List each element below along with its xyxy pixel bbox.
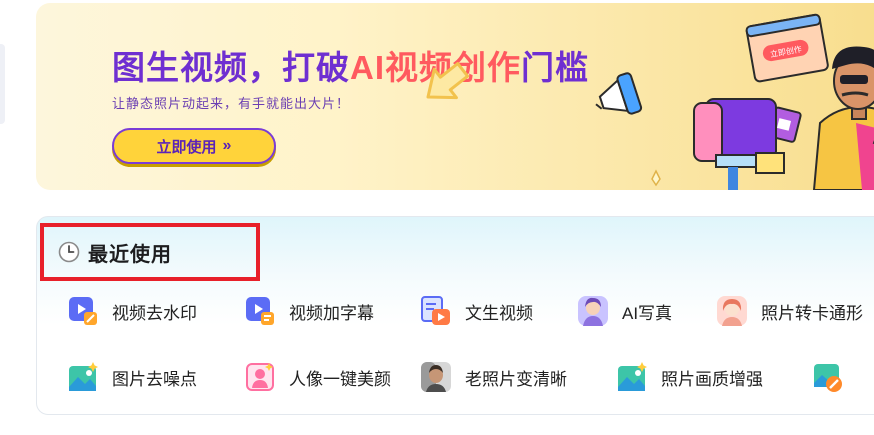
double-chevron-right-icon: » <box>222 137 232 154</box>
recent-tools-row-1: 视频去水印 视频加字幕 文生视频 AI写真 照片转卡通形 <box>67 295 863 327</box>
tool-label: 老照片变清晰 <box>465 369 567 389</box>
tool-label: 视频加字幕 <box>289 303 374 323</box>
recent-header: 最近使用 <box>40 223 260 281</box>
tool-ai-portrait[interactable]: AI写真 <box>577 295 716 327</box>
tool-label: 人像一键美颜 <box>289 369 391 389</box>
tool-photo-to-cartoon[interactable]: 照片转卡通形 <box>716 295 863 327</box>
text-to-video-icon <box>420 295 452 327</box>
tool-label: 照片转卡通形 <box>761 303 863 323</box>
tool-image-denoise[interactable]: 图片去噪点 <box>67 361 244 393</box>
cursor-arrow-icon <box>426 62 470 100</box>
old-photo-restore-icon <box>420 361 452 393</box>
tool-video-subtitle[interactable]: 视频加字幕 <box>244 295 420 327</box>
monitor-illustration <box>693 98 785 190</box>
tool-image-extra[interactable] <box>812 361 857 393</box>
recent-title: 最近使用 <box>88 243 172 266</box>
tool-video-watermark-remove[interactable]: 视频去水印 <box>67 295 244 327</box>
tool-label: 图片去噪点 <box>112 369 197 389</box>
video-watermark-remove-icon <box>67 295 99 327</box>
banner-cta-label: 立即使用 <box>156 138 217 156</box>
banner-subtitle: 让静态照片动起来，有手就能出大片！ <box>112 96 351 111</box>
portrait-beauty-icon <box>244 361 276 393</box>
image-denoise-icon <box>67 361 99 393</box>
side-panel-edge <box>0 44 5 124</box>
video-subtitle-icon <box>244 295 276 327</box>
image-tool-icon <box>812 361 844 393</box>
tool-label: 照片画质增强 <box>661 369 763 389</box>
sparkle-icon <box>651 169 661 187</box>
photo-to-cartoon-icon <box>716 295 748 327</box>
tool-label: AI写真 <box>622 303 673 323</box>
tool-label: 视频去水印 <box>112 303 197 323</box>
recent-tools-panel: 最近使用 视频去水印 视频加字幕 文生视频 AI写真 照片转卡通形 图片去噪点 … <box>36 216 874 415</box>
photo-enhance-icon <box>616 361 648 393</box>
banner-cta-button[interactable]: 立即使用 » <box>112 128 276 164</box>
recent-tools-row-2: 图片去噪点 人像一键美颜 老照片变清晰 照片画质增强 <box>67 361 857 393</box>
popup-window-illustration: 立即创作 <box>745 13 829 83</box>
tool-old-photo-restore[interactable]: 老照片变清晰 <box>420 361 616 393</box>
tool-portrait-beauty[interactable]: 人像一键美颜 <box>244 361 420 393</box>
ai-portrait-icon <box>577 295 609 327</box>
tool-photo-enhance[interactable]: 照片画质增强 <box>616 361 812 393</box>
banner-illustration: 立即创作 <box>426 13 874 190</box>
tool-text-to-video[interactable]: 文生视频 <box>420 295 577 327</box>
clock-icon <box>58 241 80 263</box>
megaphone-icon <box>595 72 643 115</box>
promo-banner[interactable]: 图生视频，打破AI视频创作门槛 让静态照片动起来，有手就能出大片！ 立即使用 » <box>36 3 874 190</box>
tool-label: 文生视频 <box>465 303 533 323</box>
